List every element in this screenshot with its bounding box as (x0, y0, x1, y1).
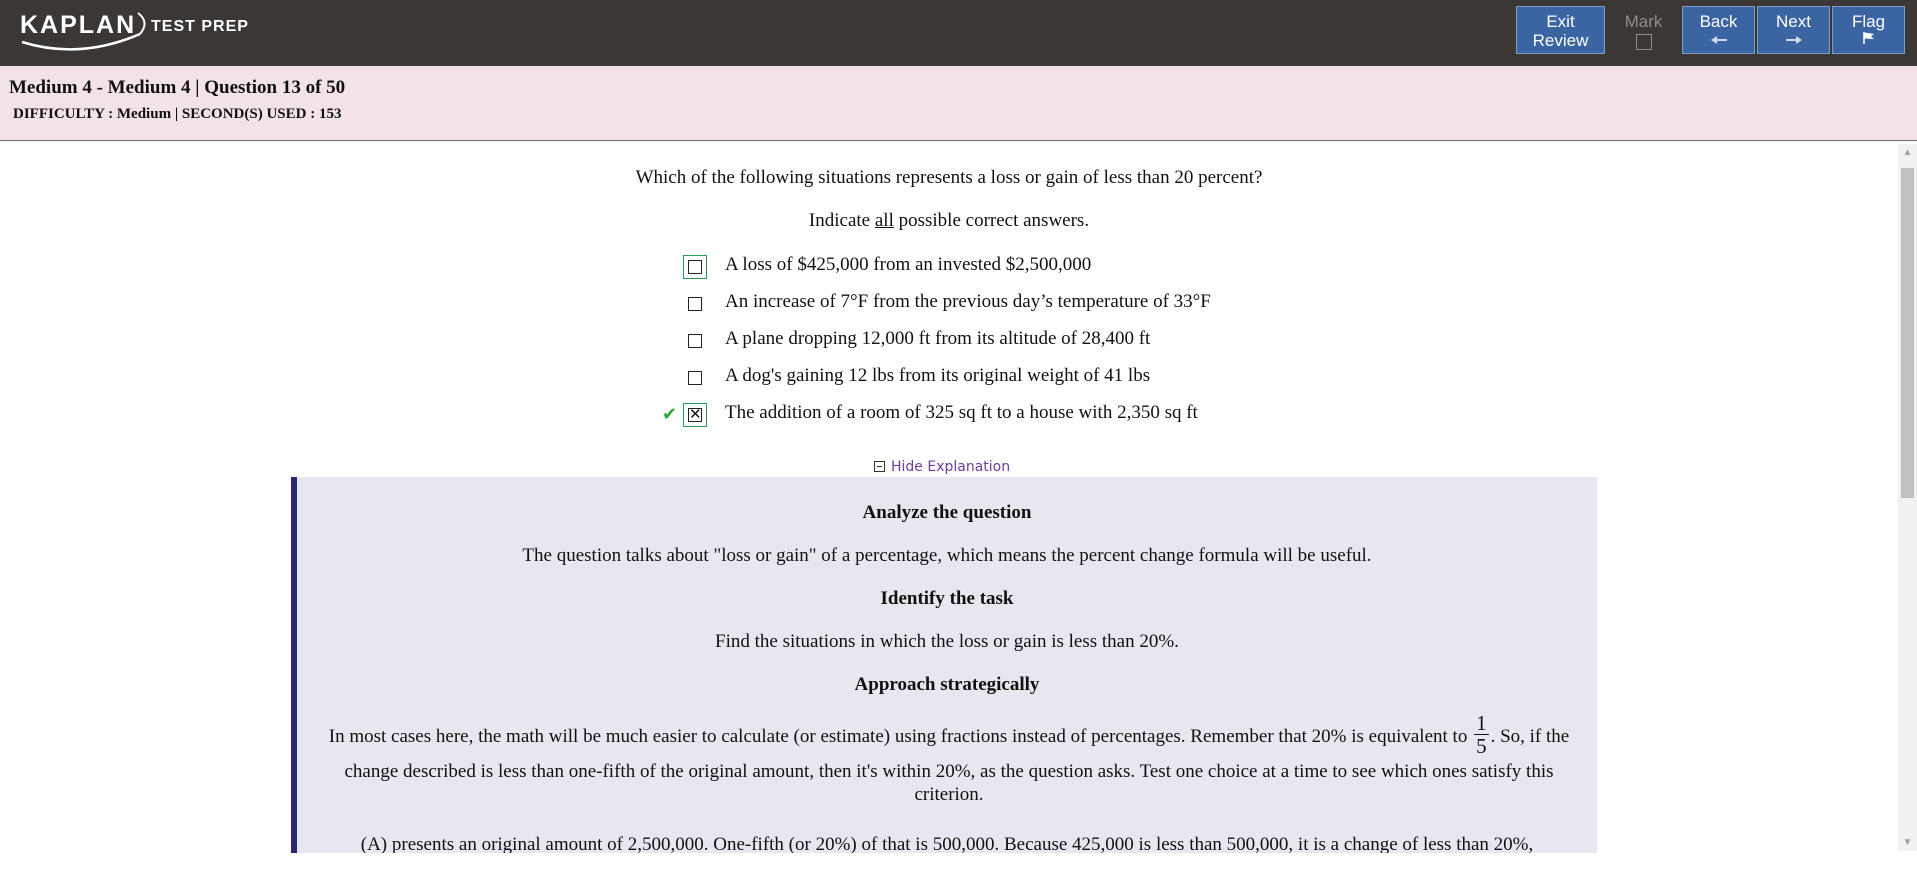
next-label: Next (1776, 12, 1811, 31)
flag-icon (1833, 31, 1904, 49)
question-content: Which of the following situations repres… (0, 141, 1898, 853)
fraction-numerator: 1 (1474, 711, 1489, 735)
logo-brand-text: KAPLAN (20, 11, 137, 39)
fraction-one-fifth: 15 (1474, 712, 1489, 757)
mark-button[interactable]: Mark (1607, 6, 1680, 54)
indicate-after: possible correct answers. (893, 210, 1090, 231)
explanation-paragraph-choice-a: (A) presents an original amount of 2,500… (360, 834, 1534, 853)
explanation-paragraph-analyze: The question talks about "loss or gain" … (522, 545, 1372, 566)
indicate-instruction: Indicate all possible correct answers. (0, 210, 1898, 232)
back-button[interactable]: Back (1682, 6, 1755, 54)
vertical-scrollbar[interactable]: ▲ ▼ (1898, 144, 1917, 851)
explanation-paragraph-approach: In most cases here, the math will be muc… (309, 712, 1589, 806)
exit-review-button[interactable]: Exit Review (1516, 6, 1605, 54)
explanation-panel: Analyze the question The question talks … (291, 477, 1597, 853)
flag-label: Flag (1851, 12, 1886, 31)
choice-a[interactable]: A loss of $425,000 from an invested $2,5… (660, 254, 1360, 291)
next-button[interactable]: Next (1757, 6, 1830, 54)
approach-text-before: In most cases here, the math will be muc… (328, 725, 1473, 747)
mark-label: Mark (1624, 12, 1663, 31)
arrow-right-icon (1758, 31, 1829, 49)
logo-sub-text: TEST PREP (151, 18, 249, 35)
explanation-paragraph-identify: Find the situations in which the loss or… (715, 631, 1179, 652)
flag-button[interactable]: Flag (1832, 6, 1905, 54)
choice-b[interactable]: An increase of 7°F from the previous day… (660, 291, 1360, 328)
question-info-bar: Medium 4 - Medium 4 | Question 13 of 50 … (0, 66, 1917, 141)
arrow-left-icon (1683, 31, 1754, 49)
choice-b-checkbox[interactable] (688, 297, 702, 311)
choice-b-text: An increase of 7°F from the previous day… (725, 291, 1211, 312)
explanation-heading-analyze: Analyze the question (862, 502, 1032, 523)
choice-e-text: The addition of a room of 325 sq ft to a… (725, 402, 1198, 423)
question-stem: Which of the following situations repres… (635, 167, 1263, 188)
choice-a-checkbox[interactable] (683, 255, 707, 279)
scroll-down-icon[interactable]: ▼ (1898, 834, 1917, 851)
choice-e-checkbox[interactable]: ✕ (683, 403, 707, 427)
answer-choices: A loss of $425,000 from an invested $2,5… (660, 254, 1360, 439)
top-bar: KAPLAN TEST PREP Exit Review Mark Back N… (0, 0, 1917, 66)
question-title: Medium 4 - Medium 4 | Question 13 of 50 (9, 77, 346, 98)
explanation-heading-identify: Identify the task (880, 588, 1014, 609)
scrollbar-thumb[interactable] (1901, 168, 1914, 498)
correct-check-icon: ✔ (662, 404, 678, 425)
choice-a-text: A loss of $425,000 from an invested $2,5… (725, 254, 1092, 275)
choice-e[interactable]: ✔ ✕ The addition of a room of 325 sq ft … (660, 402, 1360, 439)
hide-explanation-label: Hide Explanation (891, 459, 1011, 475)
kaplan-logo: KAPLAN TEST PREP (20, 8, 260, 52)
indicate-before: Indicate (808, 210, 875, 231)
indicate-underlined: all (874, 210, 894, 231)
explanation-heading-approach: Approach strategically (854, 674, 1040, 695)
choice-d-checkbox[interactable] (688, 371, 702, 385)
collapse-icon (874, 461, 885, 472)
checked-x-icon: ✕ (689, 405, 702, 423)
question-meta: DIFFICULTY : Medium | SECOND(S) USED : 1… (13, 106, 342, 122)
choice-d[interactable]: A dog's gaining 12 lbs from its original… (660, 365, 1360, 402)
hide-explanation-toggle[interactable]: Hide Explanation (874, 459, 1010, 475)
exit-review-label-1: Exit (1546, 12, 1575, 31)
back-label: Back (1699, 12, 1738, 31)
choice-c-checkbox[interactable] (688, 334, 702, 348)
fraction-denominator: 5 (1476, 734, 1487, 758)
choice-d-text: A dog's gaining 12 lbs from its original… (725, 365, 1151, 386)
mark-checkbox-icon (1635, 34, 1652, 50)
choice-c-text: A plane dropping 12,000 ft from its alti… (725, 328, 1151, 349)
scroll-up-icon[interactable]: ▲ (1898, 144, 1917, 161)
choice-c[interactable]: A plane dropping 12,000 ft from its alti… (660, 328, 1360, 365)
exit-review-label-2: Review (1532, 31, 1589, 50)
nav-buttons: Exit Review Mark Back Next Flag (1514, 6, 1905, 56)
